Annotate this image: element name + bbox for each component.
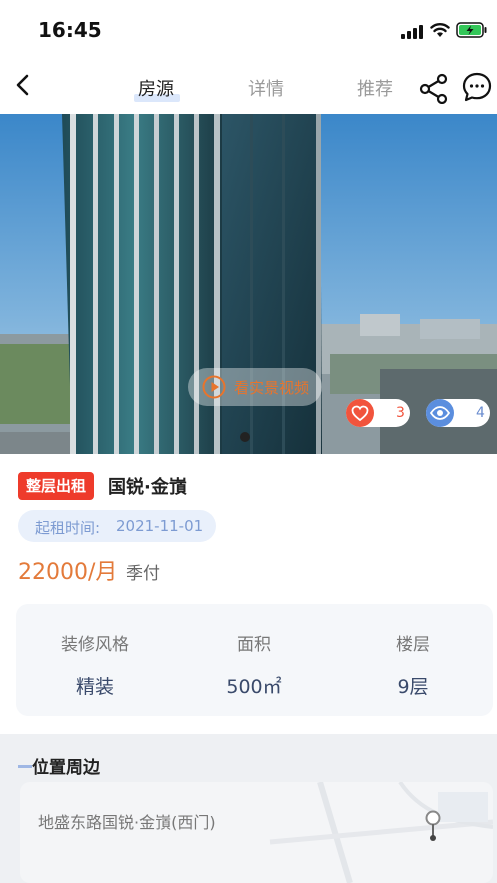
photo-pager-dot — [240, 432, 250, 442]
back-arrow-icon[interactable] — [12, 72, 34, 98]
location-section-title: 位置周边 — [32, 758, 100, 778]
spec-value-floor: 9层 — [397, 676, 429, 698]
lease-start-value: 2021-11-01 — [116, 517, 204, 535]
nav-bar: 房源 详情 推荐 — [0, 58, 497, 114]
view-count-pill: 4 — [426, 399, 490, 427]
view-count: 4 — [476, 405, 485, 421]
like-count: 3 — [396, 405, 405, 421]
property-photo[interactable]: 看实景视频 3 4 — [0, 114, 497, 454]
spec-value-area: 500㎡ — [226, 676, 282, 698]
map-pin-icon — [425, 810, 441, 841]
wifi-icon — [430, 23, 450, 37]
property-title: 国锐·金嵿 — [108, 477, 187, 498]
section-marker — [18, 765, 32, 768]
map-card[interactable]: 地盛东路国锐·金嵿(西门) — [20, 782, 493, 883]
battery-charging-icon — [456, 22, 487, 38]
eye-icon — [426, 399, 454, 427]
spec-label-decoration: 装修风格 — [61, 635, 129, 655]
like-button[interactable]: 3 — [346, 399, 410, 427]
rent-price: 22000/月 — [18, 560, 118, 585]
tab-details[interactable]: 详情 — [248, 75, 284, 101]
spec-value-decoration: 精装 — [75, 676, 114, 698]
status-bar: 16:45 — [0, 0, 497, 58]
chat-bubble-icon[interactable] — [461, 71, 493, 103]
location-section: 位置周边 地盛东路国锐·金嵿(西门) — [0, 734, 497, 883]
rental-type-badge: 整层出租 — [18, 472, 95, 500]
spec-label-floor: 楼层 — [396, 635, 430, 655]
video-tour-button[interactable]: 看实景视频 — [188, 368, 322, 406]
lease-start-label: 起租时间: — [35, 519, 101, 537]
listing-page: 16:45 房源 详情 推荐 看实景视频 3 4 整层出租 国锐·金嵿 起租时间… — [0, 0, 497, 883]
spec-label-area: 面积 — [237, 635, 271, 655]
play-icon — [202, 375, 226, 399]
share-icon[interactable] — [418, 72, 450, 104]
lease-start-pill: 起租时间: 2021-11-01 — [18, 510, 216, 542]
status-time: 16:45 — [38, 18, 102, 42]
video-tour-label: 看实景视频 — [234, 379, 310, 397]
tab-listing[interactable]: 房源 — [138, 75, 174, 101]
map-address: 地盛东路国锐·金嵿(西门) — [38, 813, 216, 832]
tab-recommend[interactable]: 推荐 — [357, 75, 393, 101]
payment-method: 季付 — [126, 564, 160, 584]
spec-card: 装修风格 精装 面积 500㎡ 楼层 9层 — [16, 604, 493, 716]
signal-icon — [401, 25, 425, 39]
heart-icon — [346, 399, 374, 427]
